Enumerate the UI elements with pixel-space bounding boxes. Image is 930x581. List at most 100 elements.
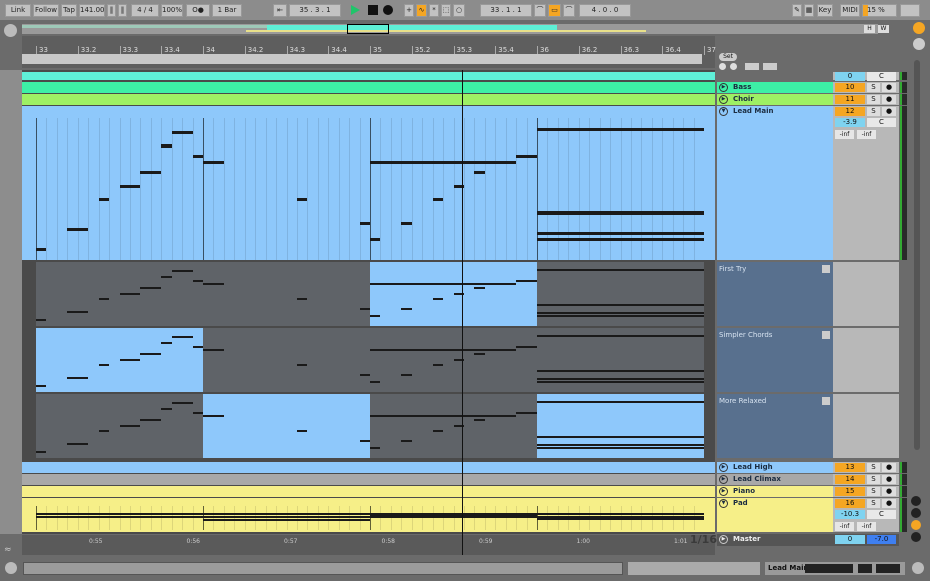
master-volume[interactable]: 0	[835, 535, 865, 544]
track-header[interactable]: ▶ Lead High	[717, 462, 833, 473]
midi-note[interactable]	[171, 270, 193, 273]
track-header[interactable]: ▶ Bass	[717, 82, 833, 93]
track-lane[interactable]	[22, 72, 715, 80]
midi-note[interactable]	[370, 414, 517, 417]
midi-note[interactable]	[192, 346, 203, 348]
midi-note[interactable]	[359, 374, 370, 376]
track-header[interactable]: ▶ Lead Climax	[717, 474, 833, 485]
track-lane[interactable]	[22, 94, 715, 105]
loop-length-field[interactable]: 4 . 0 . 0	[579, 4, 631, 17]
take-lane-header[interactable]: More Relaxed	[717, 394, 833, 458]
take-lane-audition-icon[interactable]	[822, 331, 830, 339]
overview-viewport[interactable]	[347, 24, 389, 34]
solo-button[interactable]: S	[867, 463, 880, 472]
midi-note[interactable]	[537, 447, 704, 449]
link-button[interactable]: Link	[5, 4, 31, 17]
arm-button[interactable]: ●	[882, 107, 896, 116]
midi-note[interactable]	[119, 184, 141, 188]
midi-note[interactable]	[537, 315, 704, 317]
mixer-toggle-icon[interactable]	[911, 520, 921, 530]
midi-note[interactable]	[537, 231, 704, 235]
track-number[interactable]: 14	[835, 475, 865, 484]
midi-note[interactable]	[140, 353, 162, 355]
midi-note[interactable]	[516, 412, 537, 414]
midi-note[interactable]	[203, 161, 224, 165]
midi-note[interactable]	[171, 131, 193, 135]
midi-note[interactable]	[161, 341, 172, 344]
fold-icon[interactable]: ▼	[719, 107, 728, 116]
show-device-icon[interactable]	[912, 562, 924, 574]
master-fold-icon[interactable]: ▶	[719, 535, 728, 544]
loop-icon[interactable]: ○	[453, 4, 465, 17]
midi-note[interactable]	[401, 308, 412, 310]
midi-note[interactable]	[140, 171, 162, 175]
midi-note[interactable]	[370, 161, 517, 165]
crossfader-toggle-icon[interactable]	[911, 532, 921, 542]
midi-note[interactable]	[474, 419, 485, 421]
follow-arrow-icon[interactable]: ⇤	[273, 4, 287, 17]
arm-button[interactable]: ●	[882, 463, 896, 472]
arrangement-area[interactable]	[22, 70, 715, 534]
midi-note[interactable]	[359, 440, 370, 442]
take-clip[interactable]	[203, 328, 370, 392]
take-clip[interactable]	[537, 262, 704, 326]
midi-note[interactable]	[36, 451, 47, 454]
arm-button[interactable]: ●	[882, 83, 896, 92]
zoom-field[interactable]: 100%	[161, 4, 183, 17]
midi-note[interactable]	[537, 444, 704, 447]
take-clip[interactable]	[203, 262, 370, 326]
track-number[interactable]: 10	[835, 83, 865, 92]
lock-icon[interactable]	[763, 63, 777, 70]
midi-note[interactable]	[537, 369, 704, 372]
take-clip[interactable]	[36, 394, 203, 458]
midi-note[interactable]	[537, 517, 704, 520]
pan-field[interactable]: C	[867, 118, 896, 127]
midi-note[interactable]	[370, 348, 517, 351]
height-button[interactable]: H	[864, 25, 875, 33]
solo-button[interactable]: S	[867, 83, 880, 92]
midi-note[interactable]	[537, 400, 704, 403]
midi-note[interactable]	[67, 228, 89, 232]
take-lane-audition-icon[interactable]	[822, 397, 830, 405]
track-number[interactable]: 15	[835, 487, 865, 496]
master-header[interactable]: ▶ Master	[717, 534, 833, 546]
midi-note[interactable]	[537, 211, 704, 215]
computer-keyboard-icon[interactable]: ▦	[804, 4, 814, 17]
track-lane[interactable]	[22, 82, 715, 93]
punch-in-icon[interactable]: ⌒	[534, 4, 546, 17]
clip-view-icon[interactable]	[913, 22, 925, 34]
midi-note[interactable]	[36, 248, 47, 252]
nudge-up-icon[interactable]: ‖	[118, 4, 127, 17]
draw-mode-icon[interactable]: ✎	[792, 4, 802, 17]
track-fold-icon[interactable]: ▶	[719, 463, 728, 472]
midi-note[interactable]	[370, 381, 381, 383]
midi-note[interactable]	[67, 376, 89, 379]
track-number[interactable]: 11	[835, 95, 865, 104]
track-fold-icon[interactable]: ▶	[719, 95, 728, 104]
midi-note[interactable]	[432, 430, 444, 433]
midi-note[interactable]	[203, 282, 224, 285]
take-clip[interactable]	[370, 262, 537, 326]
expand-icon[interactable]	[745, 63, 759, 70]
prev-locator-icon[interactable]	[719, 63, 726, 70]
pan-field[interactable]: C	[867, 510, 896, 519]
tempo-field[interactable]: 141.00	[79, 4, 105, 17]
next-locator-icon[interactable]	[730, 63, 737, 70]
arrangement-overview[interactable]: H W	[22, 24, 889, 34]
arm-button[interactable]: ●	[882, 499, 896, 508]
midi-note[interactable]	[296, 364, 308, 367]
midi-note[interactable]	[140, 287, 162, 289]
midi-note[interactable]	[432, 198, 444, 202]
stop-icon[interactable]	[368, 5, 378, 15]
midi-note[interactable]	[98, 198, 110, 202]
volume-field[interactable]: -10.3	[835, 510, 865, 519]
track-header[interactable]: ▶ Piano	[717, 486, 833, 497]
io-toggle-icon[interactable]	[911, 496, 921, 506]
volume-field[interactable]: -3.9	[835, 118, 865, 127]
track-fold-icon[interactable]: ▶	[719, 83, 728, 92]
track-lane[interactable]	[22, 462, 715, 473]
take-clip[interactable]	[537, 394, 704, 458]
arm-button[interactable]: ●	[882, 95, 896, 104]
loop-switch-icon[interactable]: ▭	[548, 4, 561, 17]
width-button[interactable]: W	[878, 25, 889, 33]
